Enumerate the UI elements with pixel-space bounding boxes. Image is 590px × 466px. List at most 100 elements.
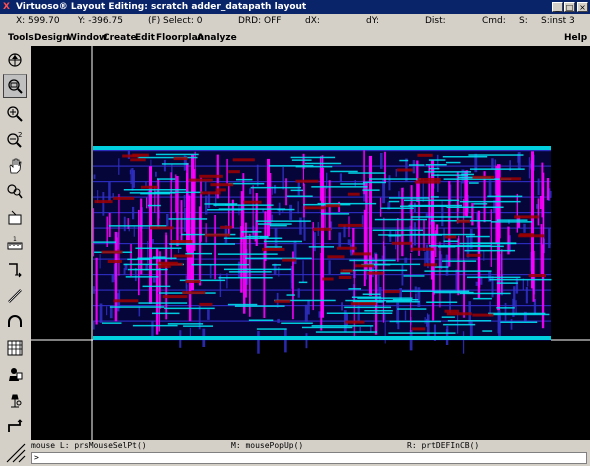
- metal1-shape[interactable]: [277, 318, 280, 324]
- metal3-wire[interactable]: [286, 294, 295, 296]
- metal2-strap[interactable]: [497, 164, 500, 311]
- instance-label[interactable]: [210, 183, 234, 187]
- metal2-wire[interactable]: [312, 222, 314, 311]
- instance-label[interactable]: [472, 313, 494, 317]
- metal3-wire[interactable]: [229, 271, 272, 273]
- metal3-wire[interactable]: [464, 249, 516, 252]
- metal1-shape[interactable]: [155, 171, 157, 177]
- metal1-shape[interactable]: [93, 321, 95, 330]
- instance-label[interactable]: [150, 226, 174, 230]
- instance-label[interactable]: [352, 252, 372, 256]
- metal1-shape[interactable]: [426, 318, 429, 327]
- metal3-wire[interactable]: [466, 276, 521, 279]
- metal3-wire[interactable]: [304, 162, 342, 165]
- metal3-wire[interactable]: [345, 299, 412, 302]
- metal3-wire[interactable]: [330, 170, 358, 173]
- metal3-wire[interactable]: [446, 206, 504, 209]
- metal1-shape[interactable]: [395, 169, 397, 177]
- metal3-wire[interactable]: [468, 182, 479, 184]
- metal2-wire[interactable]: [118, 193, 120, 276]
- metal3-wire[interactable]: [410, 233, 475, 236]
- metal1-shape[interactable]: [99, 303, 103, 323]
- copy-button[interactable]: [3, 362, 27, 386]
- metal1-shape[interactable]: [133, 226, 135, 237]
- metal3-wire[interactable]: [311, 186, 368, 188]
- metal3-wire[interactable]: [228, 182, 265, 185]
- metal3-wire[interactable]: [340, 183, 365, 185]
- metal2-wire[interactable]: [146, 197, 148, 209]
- metal3-wire[interactable]: [140, 192, 170, 195]
- metal1-shape[interactable]: [163, 159, 166, 172]
- menu-window[interactable]: Window: [67, 30, 107, 46]
- metal3-wire[interactable]: [443, 240, 459, 243]
- metal1-shape[interactable]: [297, 201, 299, 214]
- metal3-wire[interactable]: [286, 195, 313, 198]
- instance-label[interactable]: [412, 327, 426, 331]
- instance-label[interactable]: [243, 200, 262, 204]
- metal3-wire[interactable]: [366, 263, 421, 266]
- zoom-out-button[interactable]: 2: [3, 128, 27, 152]
- metal1-shape[interactable]: [504, 302, 507, 321]
- metal3-wire[interactable]: [388, 200, 400, 203]
- metal3-wire[interactable]: [315, 331, 378, 333]
- metal3-wire[interactable]: [403, 275, 425, 277]
- metal3-wire[interactable]: [245, 235, 268, 238]
- rectangle-button[interactable]: [3, 206, 27, 230]
- instance-label[interactable]: [220, 225, 233, 229]
- minimize-button[interactable]: _: [552, 2, 563, 12]
- top-power-rail[interactable]: [93, 146, 551, 150]
- metal2-wire[interactable]: [410, 185, 413, 252]
- metal3-wire[interactable]: [308, 246, 334, 248]
- metal1-shape[interactable]: [99, 254, 101, 269]
- metal3-wire[interactable]: [349, 259, 396, 262]
- metal3-wire[interactable]: [446, 161, 461, 164]
- metal3-wire[interactable]: [428, 167, 440, 170]
- stretch-button[interactable]: [3, 258, 27, 282]
- metal3-wire[interactable]: [348, 288, 361, 290]
- metal1-shape[interactable]: [304, 304, 308, 322]
- metal3-wire[interactable]: [250, 186, 301, 189]
- metal3-wire[interactable]: [204, 203, 238, 205]
- metal3-wire[interactable]: [428, 159, 446, 161]
- metal1-shape[interactable]: [289, 204, 293, 220]
- menu-tools[interactable]: Tools: [8, 30, 34, 46]
- metal1-shape[interactable]: [166, 214, 169, 227]
- instance-label[interactable]: [122, 154, 140, 158]
- metal1-shape[interactable]: [302, 260, 304, 283]
- metal3-wire[interactable]: [340, 272, 351, 274]
- instance-label[interactable]: [130, 158, 146, 162]
- metal1-shape[interactable]: [341, 302, 343, 311]
- metal1-shape[interactable]: [359, 326, 361, 332]
- metal2-wire[interactable]: [352, 228, 355, 255]
- metal2-wire[interactable]: [541, 244, 545, 329]
- metal3-wire[interactable]: [470, 168, 525, 170]
- maximize-button[interactable]: □: [564, 2, 575, 12]
- instance-label[interactable]: [322, 277, 334, 281]
- metal3-wire[interactable]: [401, 290, 470, 293]
- instance-label[interactable]: [396, 168, 413, 172]
- metal1-shape[interactable]: [297, 288, 300, 298]
- instance-label[interactable]: [94, 200, 113, 204]
- instance-label[interactable]: [391, 241, 412, 245]
- metal1-shape[interactable]: [404, 257, 408, 263]
- instance-label[interactable]: [204, 233, 231, 237]
- metal3-wire[interactable]: [257, 223, 292, 225]
- instance-label[interactable]: [446, 312, 472, 316]
- metal3-wire[interactable]: [157, 178, 176, 180]
- metal3-wire[interactable]: [127, 268, 168, 271]
- metal2-wire[interactable]: [158, 257, 160, 332]
- metal3-wire[interactable]: [431, 174, 468, 176]
- metal3-wire[interactable]: [223, 237, 283, 240]
- metal3-wire[interactable]: [434, 266, 449, 268]
- metal2-wire[interactable]: [138, 209, 140, 296]
- metal3-wire[interactable]: [496, 282, 518, 284]
- instance-label[interactable]: [232, 158, 255, 162]
- metal1-shape[interactable]: [93, 174, 96, 179]
- metal2-wire[interactable]: [214, 215, 216, 280]
- metal3-wire[interactable]: [374, 218, 427, 221]
- instance-label[interactable]: [199, 302, 213, 306]
- metal2-wire[interactable]: [328, 180, 331, 241]
- metal1-shape[interactable]: [207, 309, 210, 320]
- instance-label[interactable]: [199, 174, 223, 178]
- instance-label[interactable]: [444, 309, 460, 313]
